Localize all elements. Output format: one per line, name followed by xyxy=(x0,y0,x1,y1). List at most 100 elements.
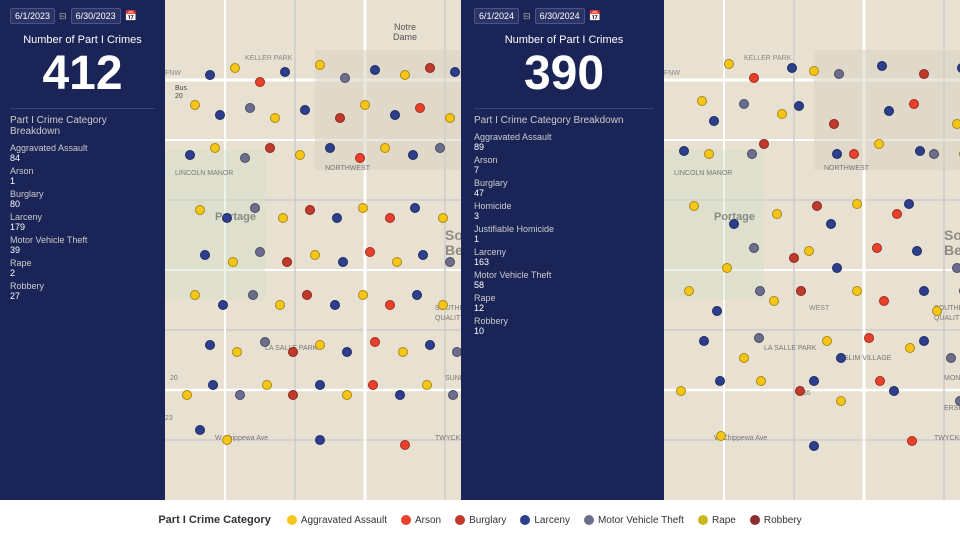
crime-dot xyxy=(909,99,919,109)
legend-item: Aggravated Assault xyxy=(287,515,387,526)
crime-name: Aggravated Assault xyxy=(474,132,654,142)
crime-dot xyxy=(305,205,315,215)
crime-dot xyxy=(804,246,814,256)
crime-dot xyxy=(228,257,238,267)
left-crime-item: Motor Vehicle Theft39 xyxy=(10,235,155,255)
crime-dot xyxy=(772,209,782,219)
crime-count: 58 xyxy=(474,280,654,290)
right-date-start[interactable]: 6/1/2024 xyxy=(474,8,519,24)
legend-dot xyxy=(455,515,465,525)
left-breakdown-title: Part I Crime Category Breakdown xyxy=(10,108,155,137)
crime-dot xyxy=(749,243,759,253)
crime-dot xyxy=(448,390,458,400)
crime-dot xyxy=(425,63,435,73)
crime-dot xyxy=(210,143,220,153)
crime-dot xyxy=(829,119,839,129)
right-crime-item: Robbery10 xyxy=(474,316,654,336)
crime-dot xyxy=(709,116,719,126)
left-crime-item: Rape2 xyxy=(10,258,155,278)
crime-count: 7 xyxy=(474,165,654,175)
right-crime-item: Justifiable Homicide1 xyxy=(474,224,654,244)
crime-dot xyxy=(358,203,368,213)
crime-name: Homicide xyxy=(474,201,654,211)
crime-dot xyxy=(684,286,694,296)
crime-dot xyxy=(185,150,195,160)
crime-name: Arson xyxy=(10,166,155,176)
crime-dot xyxy=(410,203,420,213)
crime-dot xyxy=(370,337,380,347)
crime-dot xyxy=(952,119,960,129)
legend-dot xyxy=(287,515,297,525)
crime-count: 47 xyxy=(474,188,654,198)
crime-dot xyxy=(905,343,915,353)
left-crime-item: Robbery27 xyxy=(10,281,155,301)
crime-dot xyxy=(262,380,272,390)
legend-label: Aggravated Assault xyxy=(301,515,387,526)
crime-dot xyxy=(255,247,265,257)
crime-dot xyxy=(754,333,764,343)
right-crime-item: Motor Vehicle Theft58 xyxy=(474,270,654,290)
crime-dot xyxy=(232,347,242,357)
crime-dot xyxy=(697,96,707,106)
crime-dot xyxy=(422,380,432,390)
left-date-range: 6/1/2023 ⊟ 6/30/2023 📅 xyxy=(10,8,155,24)
right-panel-title: Number of Part I Crimes xyxy=(474,34,654,46)
left-stats-panel: 6/1/2023 ⊟ 6/30/2023 📅 Number of Part I … xyxy=(0,0,165,500)
crime-name: Robbery xyxy=(10,281,155,291)
crime-dot xyxy=(450,67,460,77)
right-crime-item: Larceny163 xyxy=(474,247,654,267)
crime-name: Larceny xyxy=(474,247,654,257)
crime-count: 1 xyxy=(10,176,155,186)
crime-dot xyxy=(205,70,215,80)
crime-dot xyxy=(769,296,779,306)
right-crime-item: Burglary47 xyxy=(474,178,654,198)
crime-count: 10 xyxy=(474,326,654,336)
crime-dot xyxy=(755,286,765,296)
crime-dot xyxy=(759,139,769,149)
crime-dot xyxy=(699,336,709,346)
crime-dot xyxy=(892,209,902,219)
crime-dot xyxy=(288,347,298,357)
crime-dot xyxy=(445,113,455,123)
left-date-start[interactable]: 6/1/2023 xyxy=(10,8,55,24)
crime-count: 27 xyxy=(10,291,155,301)
right-date-end[interactable]: 6/30/2024 xyxy=(535,8,585,24)
crime-dot xyxy=(358,290,368,300)
legend-title: Part I Crime Category xyxy=(158,514,270,526)
crime-dot xyxy=(864,333,874,343)
crime-count: 163 xyxy=(474,257,654,267)
right-crime-item: Homicide3 xyxy=(474,201,654,221)
map-divider xyxy=(461,0,464,500)
legend-dot xyxy=(750,515,760,525)
left-total-crimes: 412 xyxy=(10,50,155,98)
legend-dot xyxy=(520,515,530,525)
crime-dot xyxy=(392,257,402,267)
crime-count: 1 xyxy=(474,234,654,244)
left-date-end[interactable]: 6/30/2023 xyxy=(71,8,121,24)
crime-dot xyxy=(418,250,428,260)
crime-dot xyxy=(330,300,340,310)
crime-dot xyxy=(809,376,819,386)
crime-dot xyxy=(310,250,320,260)
legend-items: Aggravated AssaultArsonBurglaryLarcenyMo… xyxy=(287,515,802,526)
crime-dot xyxy=(812,201,822,211)
crime-count: 39 xyxy=(10,245,155,255)
left-crime-item: Aggravated Assault84 xyxy=(10,143,155,163)
left-map-bg: Notre Dame Portage South Bend LINCOLN MA… xyxy=(165,0,461,500)
legend-dot xyxy=(698,515,708,525)
crime-dot xyxy=(408,150,418,160)
crime-dot xyxy=(325,143,335,153)
crime-count: 2 xyxy=(10,268,155,278)
crime-name: Rape xyxy=(10,258,155,268)
legend-label: Motor Vehicle Theft xyxy=(598,515,684,526)
crime-dot xyxy=(912,246,922,256)
crime-dot xyxy=(230,63,240,73)
crime-dot xyxy=(874,139,884,149)
left-date-separator: ⊟ xyxy=(59,11,67,22)
legend-item: Larceny xyxy=(520,515,570,526)
legend-item: Rape xyxy=(698,515,736,526)
crime-dot xyxy=(365,247,375,257)
left-map-area: Notre Dame Portage South Bend LINCOLN MA… xyxy=(165,0,461,500)
crime-dot xyxy=(265,143,275,153)
crime-dot xyxy=(794,101,804,111)
